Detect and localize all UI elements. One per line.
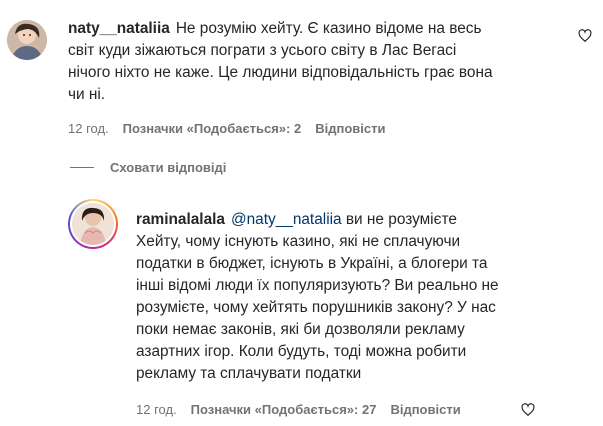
- comment-line: нічого ніхто не каже. Це людини відповід…: [68, 64, 493, 81]
- reply-button[interactable]: Відповісти: [390, 402, 460, 417]
- reply-line: інші відомі люди їх популяризують? Ви ре…: [136, 277, 499, 294]
- likes-count-button[interactable]: Позначки «Подобається»: 2: [123, 121, 302, 136]
- comment-time[interactable]: 12 год.: [68, 121, 109, 136]
- reply-username[interactable]: raminalalala: [136, 211, 225, 228]
- reply-line: рекламу та сплачувати податки: [136, 365, 362, 382]
- avatar[interactable]: [7, 20, 47, 60]
- reply-line: Хейту, чому існують казино, які не сплач…: [136, 233, 461, 250]
- hide-replies-label: Сховати відповіді: [110, 160, 227, 175]
- comment-username[interactable]: naty__nataliia: [68, 20, 170, 37]
- comment-line: світ куди зіжаються пограти з усього сві…: [68, 42, 457, 59]
- comment-meta: 12 год. Позначки «Подобається»: 2 Відпов…: [68, 121, 385, 136]
- reply-line: азартних ігор. Коли будуть, тоді можна р…: [136, 343, 467, 360]
- likes-count-button[interactable]: Позначки «Подобається»: 27: [191, 402, 377, 417]
- comment-line: чи ні.: [68, 86, 106, 103]
- avatar-story-ring[interactable]: [68, 199, 118, 249]
- reply-button[interactable]: Відповісти: [315, 121, 385, 136]
- comment-text: naty__nataliia Не розумію хейту. Є казино…: [68, 18, 568, 106]
- comment-line: Не розумію хейту. Є казино відоме на вес…: [175, 20, 482, 37]
- reply-line: поки немає законів, які би дозволяли рек…: [136, 321, 465, 338]
- reply-time[interactable]: 12 год.: [136, 402, 177, 417]
- reply-meta: 12 год. Позначки «Подобається»: 27 Відпо…: [136, 402, 461, 417]
- reply-line: податки в бюджет, існують в Україні, а б…: [136, 255, 488, 272]
- like-heart-icon[interactable]: [521, 403, 535, 417]
- reply-text: raminalalala @naty__nataliia ви не розумі…: [136, 209, 556, 385]
- divider-line: [70, 167, 94, 168]
- reply-line: розумієте, чому хейтять порушників закон…: [136, 299, 496, 316]
- like-heart-icon[interactable]: [578, 29, 592, 43]
- reply-line: ви не розумієте: [341, 211, 457, 228]
- mention-link[interactable]: @naty__nataliia: [231, 211, 342, 228]
- hide-replies-button[interactable]: Сховати відповіді: [70, 160, 226, 175]
- avatar: [72, 203, 114, 245]
